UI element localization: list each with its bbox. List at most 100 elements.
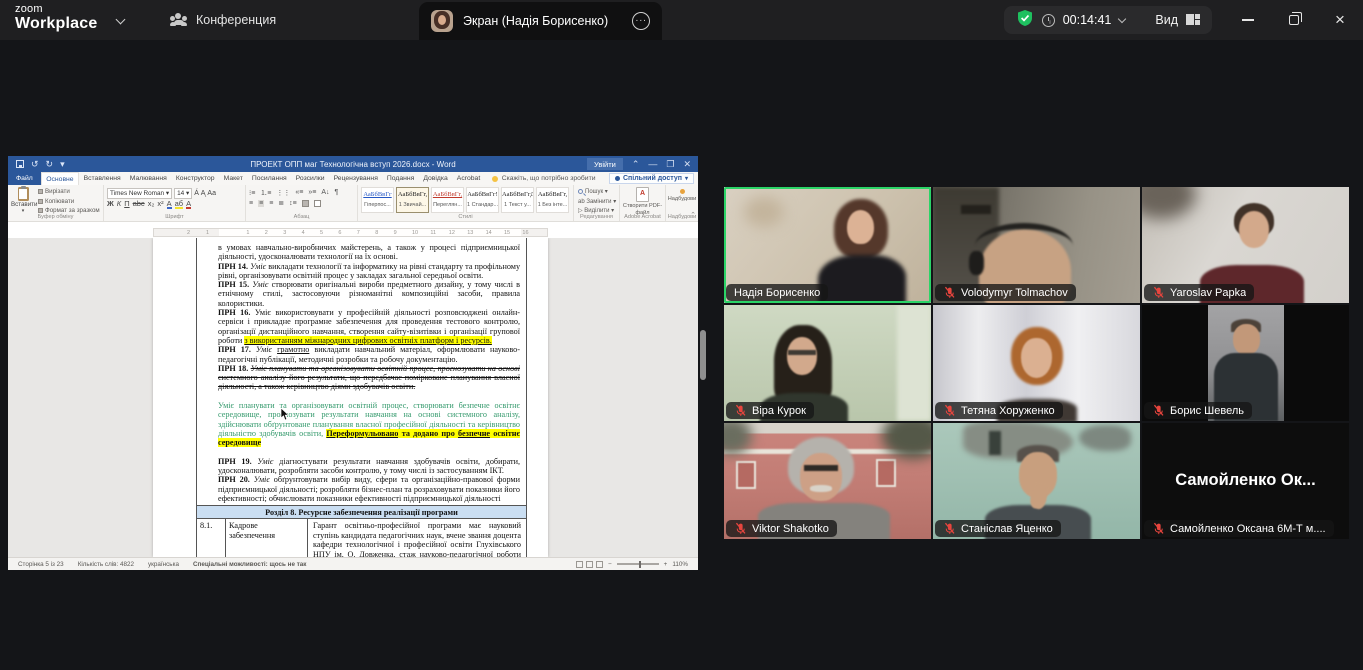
participant-tile[interactable]: Надія Борисенко bbox=[724, 187, 931, 303]
align-right-icon[interactable]: ≡ bbox=[269, 200, 273, 207]
language-indicator[interactable]: українська bbox=[148, 561, 179, 568]
bold-button[interactable]: Ж bbox=[107, 199, 114, 208]
accessibility-status[interactable]: Спеціальні можливості: щось не так bbox=[193, 561, 306, 568]
mouse-cursor bbox=[280, 408, 289, 421]
participant-tile[interactable]: Самойленко Ок...Самойленко Оксана 6М-Т м… bbox=[1142, 423, 1349, 539]
text-effects-button[interactable]: А bbox=[167, 199, 172, 208]
tab-screen-share[interactable]: Экран (Надія Борисенко) ··· bbox=[419, 2, 662, 40]
ribbon-collapse-icon[interactable]: ⌃ bbox=[690, 211, 696, 219]
word-tab-4[interactable]: Малювання bbox=[125, 172, 171, 185]
justify-icon[interactable]: ≣ bbox=[278, 199, 284, 207]
meeting-timer[interactable]: 00:14:41 bbox=[1063, 13, 1112, 27]
borders-icon[interactable] bbox=[314, 200, 321, 207]
outdent-icon[interactable]: «≡ bbox=[295, 189, 303, 196]
style-card[interactable]: АаБбВвГг,1 Без інте... bbox=[536, 187, 569, 213]
font-color-button[interactable]: А bbox=[186, 199, 191, 208]
encryption-shield-icon[interactable] bbox=[1016, 9, 1034, 32]
timer-chevron-down-icon[interactable] bbox=[1118, 14, 1126, 22]
participant-tile[interactable]: Віра Курок bbox=[724, 305, 931, 421]
editing-item[interactable]: Пошук ▾ bbox=[578, 188, 616, 195]
qat-more-icon[interactable]: ▾ bbox=[60, 159, 65, 170]
align-left-icon[interactable]: ≡ bbox=[249, 200, 253, 207]
pilcrow-icon[interactable]: ¶ bbox=[335, 189, 339, 196]
word-tab-3[interactable]: Вставлення bbox=[79, 172, 125, 185]
word-count[interactable]: Кількість слів: 4822 bbox=[78, 561, 134, 568]
word-close-icon[interactable]: ✕ bbox=[683, 159, 691, 170]
redo-icon[interactable]: ↻ bbox=[46, 159, 54, 170]
participant-tile[interactable]: Yaroslav Papka bbox=[1142, 187, 1349, 303]
save-icon[interactable] bbox=[16, 160, 24, 168]
italic-button[interactable]: К bbox=[117, 199, 121, 208]
multilevel-icon[interactable]: ⋮⋮ bbox=[276, 189, 290, 197]
maximize-button[interactable] bbox=[1271, 0, 1317, 40]
indent-icon[interactable]: »≡ bbox=[308, 189, 316, 196]
clipboard-item[interactable]: Вирізати bbox=[38, 188, 100, 195]
participant-tile[interactable]: Станіслав Яценко bbox=[933, 423, 1140, 539]
highlight-color-button[interactable]: аб bbox=[175, 199, 183, 208]
share-button[interactable]: Спільний доступ▾ bbox=[609, 173, 694, 184]
word-minimize-icon[interactable]: — bbox=[648, 159, 657, 169]
share-scrollbar[interactable] bbox=[700, 330, 706, 380]
paste-button[interactable]: Вставити▾ bbox=[11, 187, 35, 214]
editing-item[interactable]: ▷ Виділити ▾ bbox=[578, 207, 616, 214]
view-button-label[interactable]: Вид bbox=[1155, 13, 1178, 27]
underline-button[interactable]: П bbox=[124, 199, 129, 208]
participant-tile[interactable]: Viktor Shakotko bbox=[724, 423, 931, 539]
view-layout-icon[interactable] bbox=[1186, 14, 1200, 26]
word-tab-12[interactable]: Acrobat bbox=[452, 172, 484, 185]
style-card[interactable]: АаБбВвГг,1 Звичай... bbox=[396, 187, 429, 213]
style-card[interactable]: АаБбВвГг,Переглян... bbox=[431, 187, 464, 213]
shading-icon[interactable] bbox=[302, 200, 309, 207]
strikethrough-button[interactable]: abc bbox=[133, 199, 145, 208]
muted-mic-icon bbox=[943, 404, 956, 417]
minimize-button[interactable] bbox=[1225, 0, 1271, 40]
line-spacing-icon[interactable]: ↕≡ bbox=[289, 200, 297, 207]
addins-button[interactable]: Надбудови bbox=[666, 196, 698, 203]
align-center-icon[interactable]: ≡ bbox=[258, 200, 264, 207]
page-indicator[interactable]: Сторінка 5 із 23 bbox=[18, 561, 64, 568]
tab-options-icon[interactable]: ··· bbox=[632, 12, 650, 30]
document-area[interactable]: в умовах навчально-виробничих майстерень… bbox=[8, 238, 698, 557]
sort-icon[interactable]: А↓ bbox=[321, 189, 329, 196]
word-tab-5[interactable]: Конструктор bbox=[171, 172, 219, 185]
word-tab-2[interactable]: Основне bbox=[41, 172, 79, 185]
zoom-level[interactable]: 110% bbox=[672, 561, 688, 568]
word-tab-9[interactable]: Рецензування bbox=[329, 172, 382, 185]
style-card[interactable]: АаБбВвГг!1 Стандар... bbox=[466, 187, 499, 213]
font-size-combo[interactable]: 14 ▾ bbox=[174, 188, 192, 199]
clipboard-item[interactable]: Формат за зразком bbox=[38, 207, 100, 214]
style-card[interactable]: АаБбВвГгГіперпос... bbox=[361, 187, 394, 213]
horizontal-ruler[interactable]: 1234567891011121314151621 bbox=[153, 228, 548, 237]
document-line: Уміє планувати та організовувати освітні… bbox=[218, 401, 520, 410]
zoom-in-icon[interactable]: + bbox=[664, 561, 668, 568]
word-tab-7[interactable]: Посилання bbox=[247, 172, 291, 185]
superscript-button[interactable]: x² bbox=[157, 199, 163, 208]
word-tab-6[interactable]: Макет bbox=[219, 172, 247, 185]
font-name-combo[interactable]: Times New Roman ▾ bbox=[107, 188, 172, 199]
subscript-button[interactable]: x₂ bbox=[148, 199, 155, 208]
bullets-icon[interactable]: ⁝≡ bbox=[249, 189, 255, 197]
word-restore-icon[interactable]: ❐ bbox=[666, 159, 674, 170]
undo-icon[interactable]: ↺ bbox=[31, 159, 39, 170]
zoom-out-icon[interactable]: − bbox=[608, 561, 612, 568]
participant-tile[interactable]: Борис Шевель bbox=[1142, 305, 1349, 421]
ribbon-display-icon[interactable]: ⌃ bbox=[632, 159, 640, 170]
tellme-box[interactable]: Скажіть, що потрібно зробити bbox=[492, 175, 596, 182]
participant-tile[interactable]: Volodymyr Tolmachov bbox=[933, 187, 1140, 303]
word-tab-10[interactable]: Подання bbox=[382, 172, 418, 185]
workspace-chevron-down-icon[interactable] bbox=[116, 15, 126, 25]
word-tab-11[interactable]: Довідка bbox=[419, 172, 452, 185]
word-tab-8[interactable]: Розсилки bbox=[291, 172, 329, 185]
quick-access-toolbar[interactable]: ↺ ↻ ▾ bbox=[16, 159, 65, 170]
editing-item[interactable]: ab Замінити ▾ bbox=[578, 198, 616, 205]
word-tab-1[interactable]: Файл bbox=[8, 172, 41, 185]
style-card[interactable]: АаБбВвГгД1 Текст у... bbox=[501, 187, 534, 213]
view-mode-icons[interactable] bbox=[576, 561, 603, 568]
close-button[interactable]: × bbox=[1317, 0, 1363, 40]
numbering-icon[interactable]: ⒈≡ bbox=[260, 188, 271, 198]
clipboard-item[interactable]: Копіювати bbox=[38, 198, 100, 205]
tab-conference[interactable]: Конференция bbox=[170, 0, 276, 40]
signin-button[interactable]: Увійти bbox=[587, 158, 623, 170]
zoom-slider[interactable] bbox=[617, 563, 659, 564]
participant-tile[interactable]: Тетяна Хоруженко bbox=[933, 305, 1140, 421]
